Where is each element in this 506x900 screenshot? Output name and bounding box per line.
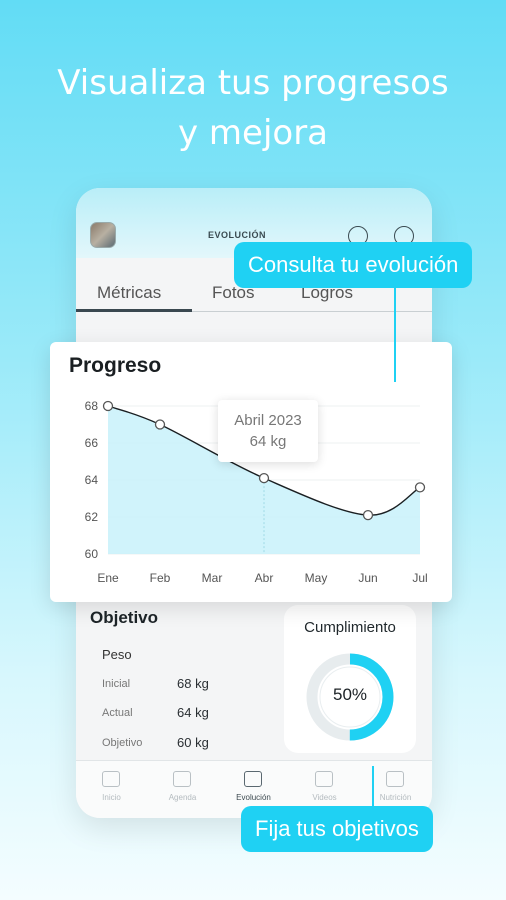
callout-bottom-connector bbox=[372, 766, 374, 808]
nav-label: Evolución bbox=[236, 793, 271, 802]
y-tick-label: 64 bbox=[85, 473, 99, 487]
weight-chart: 60 62 64 66 68 Ene Feb Mar Abr May Jun Jul bbox=[85, 399, 428, 585]
inicial-value: 68 kg bbox=[177, 676, 209, 691]
x-tick-label: Feb bbox=[150, 571, 171, 585]
actual-value: 64 kg bbox=[177, 705, 209, 720]
video-icon bbox=[315, 771, 333, 787]
chart-tooltip: Abril 2023 64 kg bbox=[218, 400, 318, 462]
nav-inicio[interactable]: Inicio bbox=[76, 761, 147, 818]
objetivo-value: 60 kg bbox=[177, 735, 209, 750]
x-tick-label: Jul bbox=[412, 571, 427, 585]
screen-title: EVOLUCIÓN bbox=[207, 230, 266, 240]
chart-icon bbox=[244, 771, 262, 787]
y-tick-label: 62 bbox=[85, 510, 99, 524]
tab-metricas[interactable]: Métricas bbox=[97, 283, 161, 303]
inicial-label: Inicial bbox=[102, 678, 131, 690]
calendar-icon bbox=[173, 771, 191, 787]
avatar[interactable] bbox=[90, 222, 116, 248]
cumplimiento-percent: 50% bbox=[332, 685, 368, 704]
y-tick-label: 60 bbox=[85, 547, 99, 561]
data-point bbox=[414, 482, 426, 493]
nav-label: Inicio bbox=[102, 793, 121, 802]
cumplimiento-title: Cumplimiento bbox=[304, 619, 396, 636]
callout-top-connector bbox=[394, 288, 396, 382]
home-icon bbox=[102, 771, 120, 787]
headline-line-2: y mejora bbox=[177, 113, 329, 153]
data-point bbox=[102, 400, 114, 412]
active-tab-indicator bbox=[76, 309, 192, 312]
x-tick-label: Ene bbox=[97, 571, 119, 585]
progress-card: Progreso 60 62 64 66 68 Ene Feb Mar Abr May Jun Jul… bbox=[50, 342, 452, 602]
peso-label: Peso bbox=[102, 647, 132, 662]
actual-label: Actual bbox=[102, 707, 133, 719]
cumplimiento-card: Cumplimiento 50% bbox=[284, 605, 416, 753]
data-point bbox=[362, 509, 374, 521]
callout-objetivos: Fija tus objetivos bbox=[241, 806, 433, 852]
headline-line-1: Visualiza tus progresos bbox=[57, 63, 449, 103]
objetivo-title: Objetivo bbox=[90, 608, 159, 627]
nav-label: Nutrición bbox=[379, 793, 412, 802]
nav-agenda[interactable]: Agenda bbox=[147, 761, 218, 818]
y-tick-label: 66 bbox=[85, 436, 99, 450]
callout-consulta: Consulta tu evolución bbox=[234, 242, 473, 288]
data-point bbox=[258, 472, 270, 484]
tooltip-date: Abril 2023 bbox=[234, 412, 302, 429]
headline: Visualiza tus progresos y mejora bbox=[0, 58, 506, 158]
y-tick-label: 68 bbox=[85, 399, 99, 413]
objetivo-label: Objetivo bbox=[102, 737, 143, 749]
x-tick-label: Mar bbox=[202, 571, 223, 585]
x-tick-label: Jun bbox=[358, 571, 377, 585]
cutlery-icon bbox=[386, 771, 404, 787]
cumplimiento-ring: 50% bbox=[304, 651, 396, 743]
data-point bbox=[154, 419, 166, 430]
tooltip-value: 64 kg bbox=[249, 433, 287, 450]
nav-label: Agenda bbox=[168, 793, 197, 802]
x-tick-label: Abr bbox=[255, 571, 274, 585]
nav-label: Videos bbox=[312, 793, 337, 802]
x-tick-label: May bbox=[305, 571, 328, 585]
